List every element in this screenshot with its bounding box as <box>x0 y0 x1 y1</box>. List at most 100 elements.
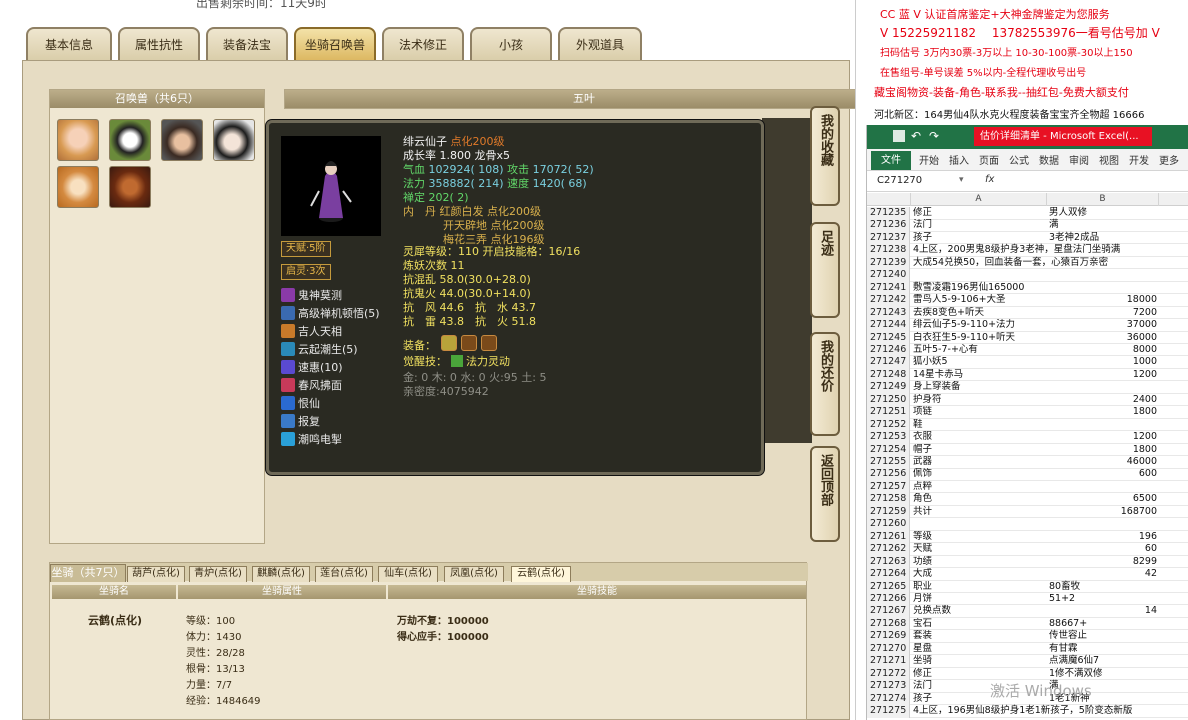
row-number[interactable]: 271274 <box>867 692 910 706</box>
cell-b[interactable]: 2400 <box>1047 394 1159 407</box>
ribbon-tab-home[interactable]: 开始 <box>919 152 939 167</box>
table-row[interactable]: 271249 身上穿装备 <box>867 381 1188 394</box>
row-number[interactable]: 271272 <box>867 667 910 681</box>
row-number[interactable]: 271264 <box>867 568 910 581</box>
row-number[interactable]: 271259 <box>867 505 910 519</box>
row-number[interactable]: 271243 <box>867 306 910 320</box>
row-number[interactable]: 271271 <box>867 655 910 668</box>
cell-b[interactable]: 37000 <box>1047 319 1159 332</box>
cell-a[interactable]: 武器 <box>911 456 1046 469</box>
cell-a[interactable]: 大成 <box>911 568 1046 581</box>
cell-a[interactable]: 佩饰 <box>911 468 1046 481</box>
table-row[interactable]: 271255 武器 46000 <box>867 456 1188 469</box>
cell-b[interactable]: 7200 <box>1047 307 1159 320</box>
row-number[interactable]: 271258 <box>867 493 910 506</box>
cell-b[interactable]: 点满魔6仙7 <box>1047 655 1159 668</box>
summon-avatar-5[interactable] <box>57 166 99 208</box>
row-number[interactable]: 271263 <box>867 555 910 569</box>
select-all-corner[interactable] <box>867 193 911 206</box>
cell-a[interactable]: 狐小妖5 <box>911 356 1046 369</box>
row-number[interactable]: 271252 <box>867 418 910 432</box>
cell-a[interactable]: 项链 <box>911 406 1046 419</box>
table-row[interactable]: 271254 帽子 1800 <box>867 443 1188 457</box>
row-number[interactable]: 271261 <box>867 530 910 544</box>
cell-a[interactable]: 点粹 <box>911 481 1046 494</box>
row-number[interactable]: 271269 <box>867 630 910 643</box>
cell-b[interactable]: 1800 <box>1047 406 1159 419</box>
back-to-top-button[interactable]: 返回顶部 <box>810 446 840 542</box>
cell-a[interactable]: 法门 <box>911 219 1046 232</box>
excel-save-icon[interactable] <box>893 130 905 142</box>
table-row[interactable]: 271266 月饼 51+2 <box>867 592 1188 606</box>
cell-b[interactable]: 60 <box>1047 543 1159 556</box>
cell-b[interactable]: 196 <box>1047 531 1159 544</box>
summon-avatar-1[interactable] <box>57 119 99 161</box>
cell-b[interactable]: 8000 <box>1047 344 1159 357</box>
row-number[interactable]: 271246 <box>867 343 910 357</box>
table-row[interactable]: 271272 修正 1修不满双修 <box>867 667 1188 681</box>
ribbon-tab-dev[interactable]: 开发 <box>1129 152 1149 167</box>
equip-icon-1[interactable] <box>441 335 457 351</box>
column-header-a[interactable]: A <box>911 193 1047 206</box>
ribbon-tab-insert[interactable]: 插入 <box>949 152 969 167</box>
table-row[interactable]: 271263 功绩 8299 <box>867 555 1188 569</box>
table-row[interactable]: 271259 共计 168700 <box>867 505 1188 519</box>
tab-appearance[interactable]: 外观道具 <box>558 27 642 61</box>
ribbon-tab-page[interactable]: 页面 <box>979 152 999 167</box>
table-row[interactable]: 271256 佩饰 600 <box>867 468 1188 481</box>
cell-a[interactable]: 绯云仙子5-9-110+法力 <box>911 319 1046 332</box>
cell-b[interactable]: 3老神2成品 <box>1047 232 1159 245</box>
table-row[interactable]: 271244 绯云仙子5-9-110+法力 37000 <box>867 319 1188 332</box>
mount-tab-4[interactable]: 莲台(点化) <box>315 566 373 582</box>
table-row[interactable]: 271250 护身符 2400 <box>867 393 1188 407</box>
tab-spell-fix[interactable]: 法术修正 <box>382 27 464 61</box>
cell-b[interactable]: 有甘霖 <box>1047 643 1159 656</box>
table-row[interactable]: 271243 去疾8变色+听天 7200 <box>867 306 1188 320</box>
row-number[interactable]: 271275 <box>867 705 910 718</box>
row-number[interactable]: 271238 <box>867 244 910 257</box>
tab-mount-summon[interactable]: 坐骑召唤兽 <box>294 27 376 61</box>
table-row[interactable]: 271252 鞋 <box>867 418 1188 432</box>
equip-icon-2[interactable] <box>461 335 477 351</box>
cell-a[interactable]: 修正 <box>911 668 1046 681</box>
row-number[interactable]: 271248 <box>867 368 910 382</box>
cell-a[interactable]: 星盘 <box>911 643 1046 656</box>
row-number[interactable]: 271249 <box>867 381 910 394</box>
row-number[interactable]: 271241 <box>867 281 910 295</box>
equip-icon-3[interactable] <box>481 335 497 351</box>
cell-a[interactable]: 大成54兑换50，回血装备一套，心猿百万亲密 <box>911 257 1181 270</box>
table-row[interactable]: 271240 <box>867 269 1188 282</box>
row-number[interactable]: 271251 <box>867 406 910 419</box>
row-number[interactable]: 271256 <box>867 468 910 481</box>
table-row[interactable]: 271238 4上区，200男鬼8级护身3老神，星盘法门坐骑满 <box>867 244 1188 257</box>
table-row[interactable]: 271271 坐骑 点满魔6仙7 <box>867 655 1188 668</box>
table-row[interactable]: 271268 宝石 88667+ <box>867 617 1188 631</box>
summon-avatar-4[interactable] <box>213 119 255 161</box>
cell-a[interactable]: 月饼 <box>911 593 1046 606</box>
row-number[interactable]: 271266 <box>867 592 910 606</box>
table-row[interactable]: 271257 点粹 <box>867 480 1188 494</box>
mount-tab-7[interactable]: 云鹤(点化) <box>511 566 571 582</box>
table-row[interactable]: 271239 大成54兑换50，回血装备一套，心猿百万亲密 <box>867 256 1188 270</box>
table-row[interactable]: 271248 14星卡赤马 1200 <box>867 368 1188 382</box>
footprint-button[interactable]: 足迹 <box>810 222 840 318</box>
row-number[interactable]: 271254 <box>867 443 910 457</box>
cell-a[interactable]: 去疾8变色+听天 <box>911 307 1046 320</box>
cell-b[interactable]: 46000 <box>1047 456 1159 469</box>
dropdown-icon[interactable]: ▾ <box>959 175 964 185</box>
table-row[interactable]: 271270 星盘 有甘霖 <box>867 642 1188 656</box>
ribbon-tab-formula[interactable]: 公式 <box>1009 152 1029 167</box>
row-number[interactable]: 271240 <box>867 269 910 282</box>
cell-a[interactable]: 套装 <box>911 630 1046 643</box>
row-number[interactable]: 271255 <box>867 456 910 469</box>
table-row[interactable]: 271253 衣服 1200 <box>867 431 1188 444</box>
cell-a[interactable]: 敷雪凌霜196男仙165000 <box>911 282 1181 295</box>
ribbon-tab-review[interactable]: 审阅 <box>1069 152 1089 167</box>
cell-a[interactable]: 白衣狂生5-9-110+听天 <box>911 332 1046 345</box>
table-row[interactable]: 271246 五叶5-7-+心有 8000 <box>867 343 1188 357</box>
row-number[interactable]: 271262 <box>867 543 910 556</box>
cell-a[interactable]: 14星卡赤马 <box>911 369 1046 382</box>
cell-a[interactable]: 天赋 <box>911 543 1046 556</box>
ribbon-tab-data[interactable]: 数据 <box>1039 152 1059 167</box>
tab-equipment[interactable]: 装备法宝 <box>206 27 288 61</box>
